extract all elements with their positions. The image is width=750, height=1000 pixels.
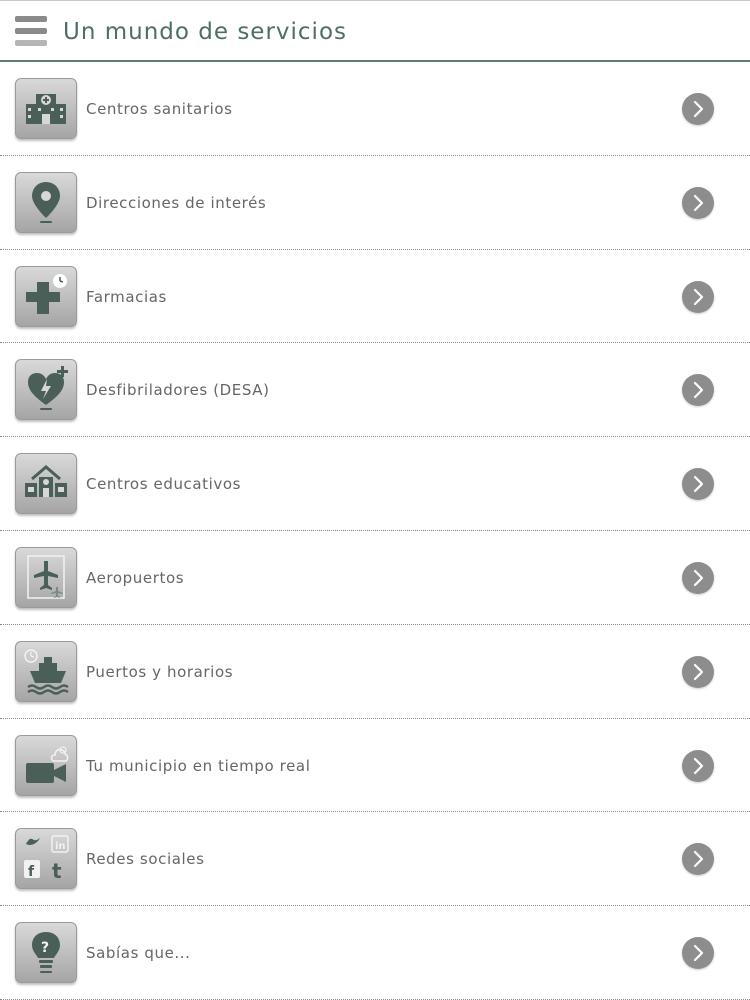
chevron-right-icon[interactable] [682,93,714,125]
app-header: Un mundo de servicios [0,0,750,62]
chevron-right-icon[interactable] [682,186,714,219]
airport-icon [15,546,77,608]
list-item-centros-educativos[interactable]: Centros educativos [0,437,750,531]
svg-text:f: f [28,864,35,880]
svg-text:in: in [55,841,66,852]
svg-text:t: t [52,859,62,882]
defibrillator-heart-icon [15,359,77,421]
chevron-right-icon[interactable] [682,468,714,501]
list-item-centros-sanitarios[interactable]: Centros sanitarios [0,62,750,156]
list-item-desfibriladores[interactable]: Desfibriladores (DESA) [0,343,750,438]
list-item-label: Desfibriladores (DESA) [86,381,270,400]
list-item-label: Direcciones de interés [86,193,267,212]
list-item-label: Centros sanitarios [86,100,233,118]
list-item-puertos-y-horarios[interactable]: Puertos y horarios [0,625,750,719]
page-title: Un mundo de servicios [63,19,348,45]
list-item-label: Centros educativos [86,475,242,494]
school-icon [15,453,77,515]
list-item-label: Puertos y horarios [86,662,234,681]
chevron-right-icon[interactable] [682,561,714,594]
hamburger-menu-icon[interactable] [15,16,47,48]
list-item-aeropuertos[interactable]: Aeropuertos [0,531,750,625]
video-camera-icon [15,734,77,796]
chevron-right-icon[interactable] [682,280,714,313]
list-item-tu-municipio-en-tiempo-real[interactable]: Tu municipio en tiempo real [0,719,750,813]
pharmacy-cross-icon [15,265,77,327]
list-item-label: Aeropuertos [86,568,185,587]
chevron-right-icon[interactable] [682,843,714,876]
chevron-right-icon[interactable] [682,937,714,970]
list-item-label: Farmacias [86,287,167,306]
list-item-redes-sociales[interactable]: in f t Redes sociales [0,812,750,907]
ship-icon [15,640,77,702]
chevron-right-icon[interactable] [682,749,714,782]
list-item-farmacias[interactable]: Farmacias [0,250,750,344]
hospital-icon [15,78,77,139]
svg-text:?: ? [41,940,49,956]
list-item-sabias-que[interactable]: ? Sabías que... [0,906,750,1000]
list-item-label: Redes sociales [86,850,205,869]
services-list: Centros sanitarios Direcciones de interé… [0,62,750,1000]
chevron-right-icon[interactable] [682,655,714,688]
lightbulb-question-icon: ? [15,922,77,984]
list-item-label: Sabías que... [86,944,191,963]
list-item-direcciones-de-interes[interactable]: Direcciones de interés [0,156,750,250]
list-item-label: Tu municipio en tiempo real [86,756,311,775]
social-networks-icon: in f t [15,828,77,890]
map-pin-icon [15,171,77,233]
chevron-right-icon[interactable] [682,374,714,407]
